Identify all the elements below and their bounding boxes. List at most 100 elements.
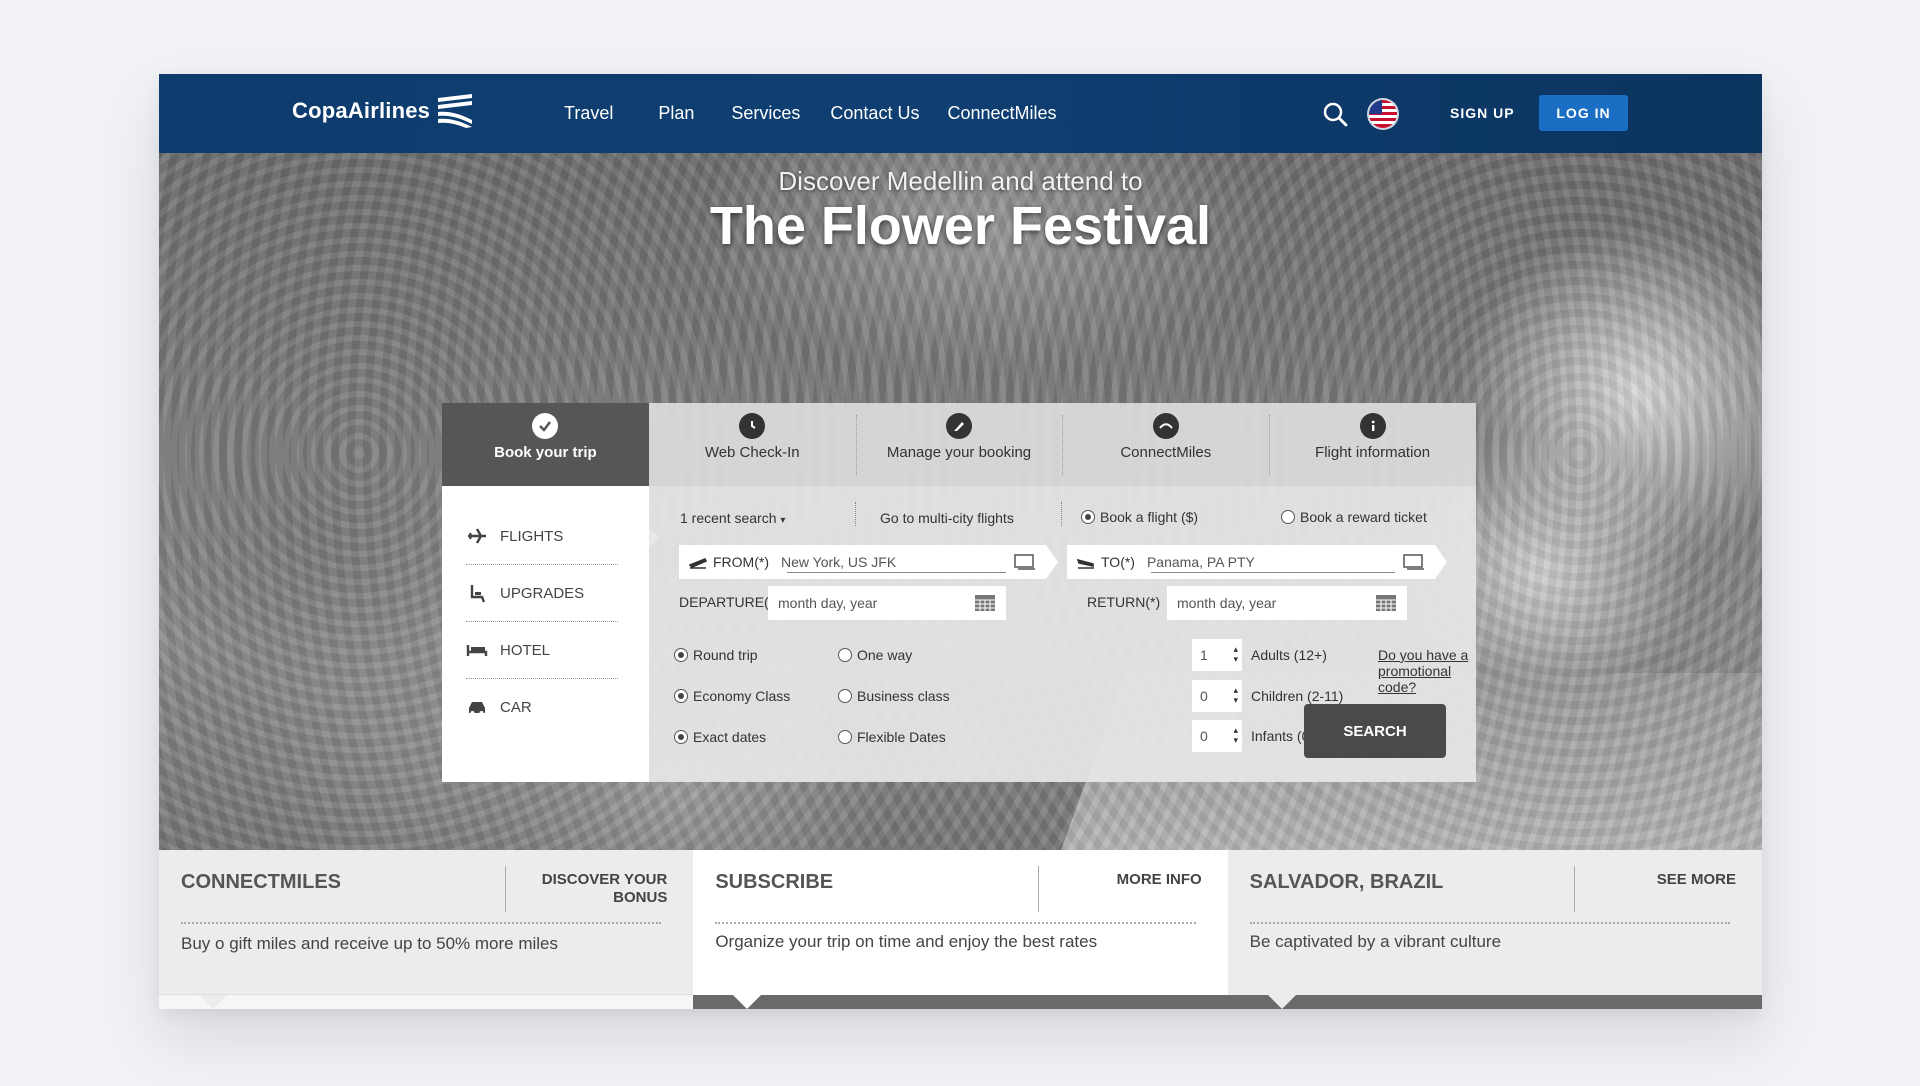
radio-empty-icon — [1281, 510, 1295, 524]
sign-up-link[interactable]: SIGN UP — [1450, 105, 1515, 121]
radio-selected-icon — [674, 648, 688, 662]
round-trip-radio[interactable]: Round trip — [674, 647, 758, 663]
promo-card-subscribe[interactable]: SUBSCRIBE MORE INFO Organize your trip o… — [693, 850, 1228, 1009]
landing-icon — [1077, 558, 1094, 569]
recent-search-dropdown[interactable]: 1 recent search ▾ — [680, 510, 785, 526]
tab-book-your-trip[interactable]: Book your trip — [442, 403, 649, 494]
to-field[interactable]: TO(*) Panama, PA PTY — [1067, 545, 1447, 579]
car-icon — [469, 702, 485, 715]
divider — [1573, 866, 1575, 912]
book-reward-radio[interactable]: Book a reward ticket — [1281, 509, 1427, 525]
brand-logo[interactable]: CopaAirlines — [292, 92, 476, 130]
radio-empty-icon — [838, 689, 852, 703]
tab-label: Book your trip — [494, 444, 597, 461]
side-item-label: HOTEL — [500, 641, 551, 659]
airport-list-icon[interactable] — [1014, 553, 1036, 571]
divider — [1061, 502, 1062, 526]
exact-dates-radio[interactable]: Exact dates — [674, 729, 766, 745]
calendar-icon[interactable] — [1375, 594, 1397, 612]
nav-travel[interactable]: Travel — [564, 103, 613, 124]
promo-card-salvador[interactable]: SALVADOR, BRAZIL SEE MORE Be captivated … — [1227, 850, 1762, 1009]
business-label: Business class — [857, 688, 950, 704]
promo-link[interactable]: MORE INFO — [1117, 871, 1202, 889]
nav-connectmiles[interactable]: ConnectMiles — [947, 103, 1056, 124]
return-placeholder: month day, year — [1177, 595, 1277, 611]
from-field[interactable]: FROM(*) New York, US JFK — [679, 545, 1058, 579]
from-value: New York, US JFK — [781, 554, 897, 570]
book-flight-radio[interactable]: Book a flight ($) — [1081, 509, 1198, 525]
promo-text: Buy o gift miles and receive up to 50% m… — [181, 934, 559, 953]
promo-code-link[interactable]: Do you have a promotional code? — [1378, 647, 1476, 695]
adults-stepper[interactable]: 1 — [1192, 639, 1242, 671]
round-trip-label: Round trip — [693, 647, 758, 663]
tab-web-check-in[interactable]: Web Check-In — [649, 403, 856, 486]
tab-flight-information[interactable]: Flight information — [1269, 403, 1476, 486]
us-flag-icon[interactable] — [1369, 100, 1397, 128]
promo-text: Organize your trip on time and enjoy the… — [715, 932, 1098, 951]
promo-card-connectmiles[interactable]: CONNECTMILES DISCOVER YOUR BONUS Buy o g… — [159, 850, 694, 1009]
divider — [855, 502, 856, 526]
side-item-hotel[interactable]: HOTEL — [466, 622, 618, 679]
card-bottom-strip — [1227, 995, 1762, 1009]
promo-text: Be captivated by a vibrant culture — [1249, 932, 1502, 951]
bed-icon — [466, 645, 488, 656]
calendar-icon[interactable] — [974, 594, 996, 612]
flight-search-form: 1 recent search ▾ Go to multi-city fligh… — [649, 486, 1476, 782]
book-flight-label: Book a flight ($) — [1100, 509, 1199, 525]
log-in-button[interactable]: LOG IN — [1539, 95, 1628, 131]
side-item-flights[interactable]: FLIGHTS — [466, 508, 618, 565]
search-button[interactable]: SEARCH — [1304, 704, 1446, 758]
economy-radio[interactable]: Economy Class — [674, 688, 790, 704]
tab-manage-booking[interactable]: Manage your booking — [855, 403, 1063, 486]
infants-stepper[interactable]: 0 — [1192, 720, 1242, 752]
field-underline — [1151, 572, 1395, 573]
tab-connectmiles[interactable]: ConnectMiles — [1062, 403, 1269, 486]
promo-link[interactable]: SEE MORE — [1657, 871, 1736, 889]
departure-date-input[interactable]: month day, year — [768, 586, 1006, 620]
flexible-dates-radio[interactable]: Flexible Dates — [838, 729, 946, 745]
nav-services[interactable]: Services — [731, 103, 800, 124]
clock-icon — [739, 413, 766, 439]
from-label: FROM(*) — [713, 554, 769, 570]
promo-title: SALVADOR, BRAZIL — [1249, 871, 1444, 893]
card-bottom-strip — [693, 995, 1228, 1009]
nav-contact-us[interactable]: Contact Us — [830, 103, 919, 124]
brand-name: CopaAirlines — [292, 98, 431, 123]
business-radio[interactable]: Business class — [838, 688, 950, 704]
copa-logo-icon — [438, 94, 473, 128]
hero-banner: Discover Medellin and attend to The Flow… — [159, 153, 1762, 850]
side-item-label: UPGRADES — [500, 584, 585, 602]
promo-cards: CONNECTMILES DISCOVER YOUR BONUS Buy o g… — [159, 850, 1762, 1009]
return-label: RETURN(*) — [1087, 594, 1161, 610]
exact-dates-label: Exact dates — [693, 729, 767, 745]
children-stepper[interactable]: 0 — [1192, 680, 1242, 712]
dotted-divider — [1249, 922, 1730, 924]
multi-city-link[interactable]: Go to multi-city flights — [880, 510, 1014, 526]
one-way-label: One way — [857, 647, 913, 663]
tab-label: Flight information — [1315, 444, 1431, 461]
airport-list-icon[interactable] — [1403, 553, 1425, 571]
browser-frame: CopaAirlines Travel Plan Services Contac… — [159, 74, 1762, 1009]
book-reward-label: Book a reward ticket — [1300, 509, 1427, 525]
tab-label: Web Check-In — [704, 444, 800, 461]
search-icon[interactable] — [1322, 101, 1348, 127]
return-date-input[interactable]: month day, year — [1167, 586, 1407, 620]
booking-tabs: Book your trip Web Check-In Manage your … — [442, 403, 1476, 494]
side-item-car[interactable]: CAR — [466, 679, 618, 735]
seat-icon — [470, 585, 486, 603]
nav-plan[interactable]: Plan — [658, 103, 694, 124]
radio-empty-icon — [838, 648, 852, 662]
caret-down-icon: ▾ — [780, 515, 786, 526]
card-pointer — [1267, 995, 1296, 1009]
info-icon — [1359, 413, 1386, 439]
top-navigation-bar: CopaAirlines Travel Plan Services Contac… — [159, 74, 1762, 153]
economy-label: Economy Class — [693, 688, 791, 704]
promo-link[interactable]: DISCOVER YOUR BONUS — [537, 871, 668, 907]
departure-placeholder: month day, year — [778, 595, 878, 611]
one-way-radio[interactable]: One way — [838, 647, 912, 663]
plane-icon — [468, 528, 486, 544]
to-value: Panama, PA PTY — [1146, 554, 1255, 570]
children-label: Children (2-11) — [1251, 688, 1344, 704]
to-label: TO(*) — [1101, 554, 1135, 570]
side-item-upgrades[interactable]: UPGRADES — [466, 565, 618, 622]
